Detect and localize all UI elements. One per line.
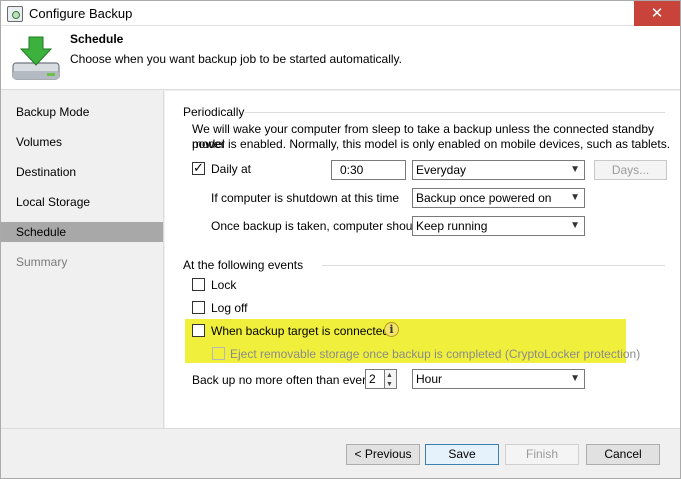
after-backup-select[interactable]: Keep running ▼ <box>412 216 585 236</box>
days-button: Days... <box>594 160 667 180</box>
sidebar-item-destination[interactable]: Destination <box>1 162 163 182</box>
shutdown-value: Backup once powered on <box>416 191 552 205</box>
chevron-down-icon: ▼ <box>570 373 580 384</box>
close-button[interactable]: ✕ <box>634 1 680 26</box>
interval-unit-select[interactable]: Hour ▼ <box>412 369 585 389</box>
daily-at-checkbox[interactable] <box>192 160 205 176</box>
target-connected-checkbox[interactable] <box>192 324 205 337</box>
periodically-divider <box>245 112 665 113</box>
stepper-up-icon: ▲ <box>386 372 393 379</box>
download-drive-icon <box>12 36 60 80</box>
save-button[interactable]: Save <box>425 444 499 465</box>
interval-input[interactable]: 2 <box>365 369 385 389</box>
sidebar-item-backup-mode[interactable]: Backup Mode <box>1 102 163 122</box>
frequency-value: Everyday <box>416 163 467 177</box>
time-input[interactable]: 0:30 <box>331 160 406 180</box>
shutdown-label: If computer is shutdown at this time <box>211 191 400 205</box>
periodically-group-title: Periodically <box>183 105 245 119</box>
sidebar-item-summary: Summary <box>16 255 68 269</box>
chevron-down-icon: ▼ <box>570 164 580 175</box>
target-connected-label: When backup target is connected <box>211 324 390 338</box>
events-divider <box>322 265 665 266</box>
chevron-down-icon: ▼ <box>570 220 580 231</box>
page-title: Schedule <box>70 32 124 46</box>
interval-unit-value: Hour <box>416 372 443 386</box>
footer-bar: < Previous Save Finish Cancel <box>1 428 680 478</box>
page-subtitle: Choose when you want backup job to be st… <box>70 52 402 66</box>
lock-checkbox[interactable] <box>192 278 205 291</box>
interval-stepper[interactable]: ▲ ▼ <box>385 369 397 389</box>
finish-button: Finish <box>505 444 579 465</box>
periodically-description-line-2: model is enabled. Normally, this model i… <box>192 137 671 151</box>
app-icon <box>7 6 23 22</box>
logoff-label: Log off <box>211 301 248 315</box>
configure-backup-window: Configure Backup ✕ Schedule Choose when … <box>0 0 681 479</box>
eject-storage-checkbox <box>212 347 225 360</box>
events-group-title: At the following events <box>183 258 304 272</box>
stepper-down-icon: ▼ <box>386 381 393 388</box>
cancel-button[interactable]: Cancel <box>586 444 660 465</box>
sidebar-item-volumes[interactable]: Volumes <box>1 132 163 152</box>
schedule-panel: Periodically We will wake your computer … <box>165 91 680 428</box>
window-title: Configure Backup <box>29 6 133 21</box>
logoff-checkbox[interactable] <box>192 301 205 314</box>
after-backup-value: Keep running <box>416 219 488 233</box>
chevron-down-icon: ▼ <box>570 192 580 203</box>
eject-storage-label: Eject removable storage once backup is c… <box>230 347 641 361</box>
shutdown-select[interactable]: Backup once powered on ▼ <box>412 188 585 208</box>
previous-button[interactable]: < Previous <box>346 444 420 465</box>
after-backup-label: Once backup is taken, computer should <box>211 219 422 233</box>
info-icon[interactable]: i <box>384 322 399 337</box>
backup-limit-label: Back up no more often than every <box>192 373 373 387</box>
sidebar: Backup Mode Volumes Destination Local St… <box>1 91 164 428</box>
sidebar-item-local-storage[interactable]: Local Storage <box>1 192 163 212</box>
lock-label: Lock <box>211 278 237 292</box>
title-bar: Configure Backup ✕ <box>1 1 680 26</box>
page-header: Schedule Choose when you want backup job… <box>1 26 680 90</box>
frequency-select[interactable]: Everyday ▼ <box>412 160 585 180</box>
sidebar-item-schedule[interactable]: Schedule <box>1 222 163 242</box>
daily-at-label: Daily at <box>211 162 252 176</box>
